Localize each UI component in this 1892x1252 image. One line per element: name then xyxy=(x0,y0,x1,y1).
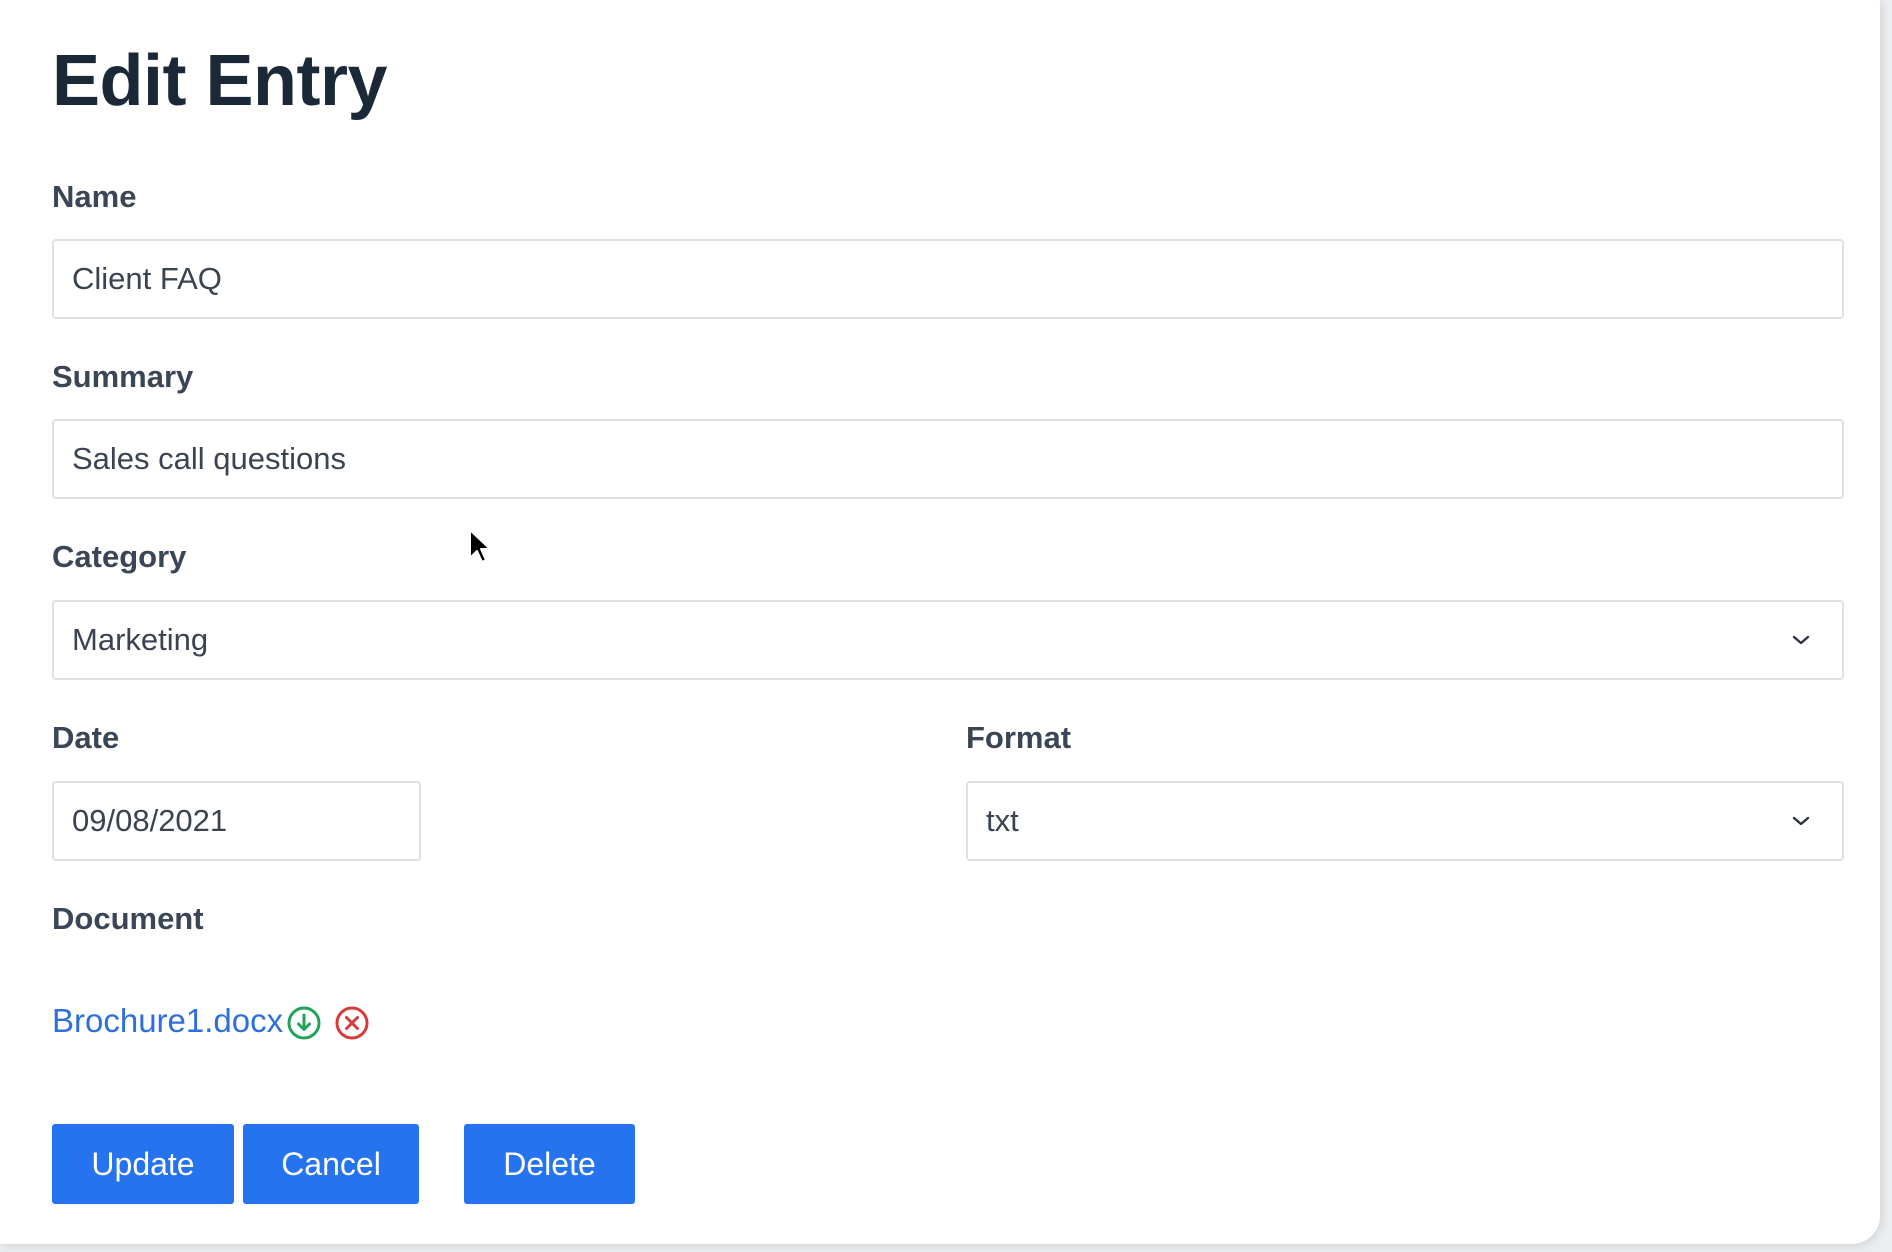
date-label: Date xyxy=(52,720,120,755)
name-label: Name xyxy=(52,179,137,214)
format-select-value: txt xyxy=(986,803,1019,838)
mouse-cursor-icon xyxy=(468,528,492,566)
name-input-value: Client FAQ xyxy=(72,261,222,296)
format-label: Format xyxy=(966,720,1072,755)
page-title: Edit Entry xyxy=(52,41,388,121)
category-select[interactable]: Marketing xyxy=(52,600,1844,680)
category-select-value: Marketing xyxy=(72,622,209,657)
chevron-down-icon xyxy=(1788,808,1814,834)
chevron-down-icon xyxy=(1788,627,1814,653)
close-circle-icon[interactable] xyxy=(334,1005,370,1041)
document-link[interactable]: Brochure1.docx xyxy=(52,998,283,1044)
download-circle-icon[interactable] xyxy=(286,1005,322,1041)
update-button[interactable]: Update xyxy=(52,1124,234,1204)
summary-label: Summary xyxy=(52,359,194,394)
summary-input[interactable]: Sales call questions xyxy=(52,419,1844,499)
delete-button[interactable]: Delete xyxy=(464,1124,635,1204)
name-input[interactable]: Client FAQ xyxy=(52,239,1844,319)
category-label: Category xyxy=(52,539,187,574)
edit-entry-card: Edit Entry Name Client FAQ Summary Sales… xyxy=(0,0,1880,1244)
document-label: Document xyxy=(52,901,204,936)
summary-input-value: Sales call questions xyxy=(72,441,346,476)
date-input[interactable]: 09/08/2021 xyxy=(52,781,421,861)
cancel-button[interactable]: Cancel xyxy=(243,1124,419,1204)
format-select[interactable]: txt xyxy=(966,781,1844,861)
date-input-value: 09/08/2021 xyxy=(72,803,228,838)
